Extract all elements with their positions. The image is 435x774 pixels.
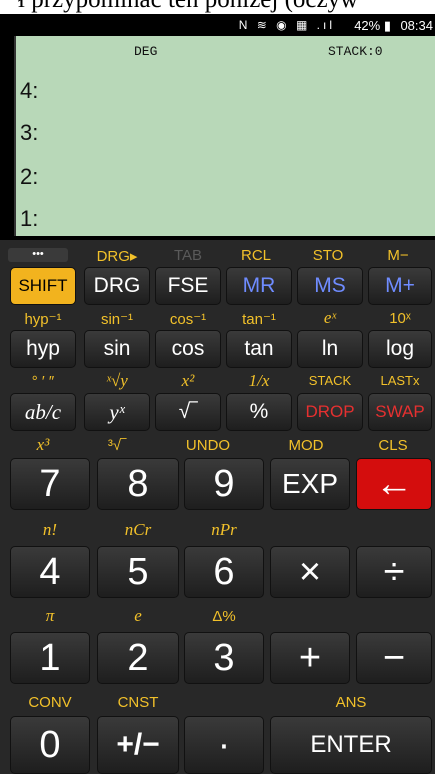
- exp-button[interactable]: EXP: [270, 458, 350, 510]
- calculator-display: DEG STACK:0 4: 3: 2: 1:: [14, 36, 435, 236]
- label-lastx: LASTx: [380, 373, 420, 388]
- sign-toggle-button[interactable]: +/−: [97, 716, 179, 774]
- ln-button[interactable]: ln: [297, 330, 363, 368]
- label-atan: tan⁻¹: [242, 311, 276, 328]
- backspace-icon: ←: [375, 462, 413, 505]
- stack-row-1: 1:: [20, 206, 39, 231]
- digit-3-button[interactable]: 3: [184, 632, 264, 684]
- shift-button[interactable]: SHIFT: [10, 267, 76, 305]
- label-acos: cos⁻¹: [169, 311, 207, 328]
- label-sto: STO: [312, 247, 344, 264]
- stack-row-2: 2:: [20, 164, 39, 189]
- label-cnst: CNST: [117, 694, 159, 711]
- sin-button[interactable]: sin: [84, 330, 150, 368]
- mr-button[interactable]: MR: [226, 267, 292, 305]
- digit-9-button[interactable]: 9: [184, 458, 264, 510]
- clock: 08:34: [400, 18, 433, 33]
- sqrt-button[interactable]: √‾: [155, 393, 221, 431]
- percent-button[interactable]: %: [226, 393, 292, 431]
- digit-1-button[interactable]: 1: [10, 632, 90, 684]
- multiply-button[interactable]: ×: [270, 546, 350, 598]
- enter-button[interactable]: ENTER: [270, 716, 432, 774]
- ms-button[interactable]: MS: [297, 267, 363, 305]
- label-exp-e: eˣ: [323, 308, 337, 327]
- label-hyp-inverse: hyp⁻¹: [24, 311, 62, 328]
- fse-button[interactable]: FSE: [155, 267, 221, 305]
- label-rcl: RCL: [240, 247, 271, 264]
- drop-button[interactable]: DROP: [297, 393, 363, 431]
- label-delta-percent: Δ%: [212, 608, 236, 625]
- label-e: e: [134, 606, 142, 625]
- label-pi: π: [45, 606, 55, 625]
- digit-0-button[interactable]: 0: [10, 716, 90, 774]
- cos-button[interactable]: cos: [155, 330, 221, 368]
- status-icons: N ≋ ◉ ▦ .ıl: [238, 18, 335, 32]
- plus-button[interactable]: +: [270, 632, 350, 684]
- top-caption: ł przypominać ten poniżej (oczyw: [0, 0, 435, 14]
- label-ans: ANS: [335, 694, 367, 711]
- digit-2-button[interactable]: 2: [97, 632, 179, 684]
- fraction-button[interactable]: ab/c: [10, 393, 76, 431]
- label-square: x²: [181, 371, 195, 390]
- battery-indicator: 42% ▮: [354, 18, 391, 33]
- label-reciprocal: 1/x: [248, 371, 270, 390]
- drg-button[interactable]: DRG: [84, 267, 150, 305]
- backspace-button[interactable]: ←: [356, 458, 432, 510]
- stack-count: STACK:0: [328, 44, 383, 59]
- divide-button[interactable]: ÷: [356, 546, 432, 598]
- hyp-button[interactable]: hyp: [10, 330, 76, 368]
- label-xth-root: ˣ√y: [106, 371, 128, 390]
- minus-button[interactable]: −: [356, 632, 432, 684]
- m-plus-button[interactable]: M+: [368, 267, 432, 305]
- status-bar: N ≋ ◉ ▦ .ıl 42% ▮ 08:34: [0, 14, 435, 36]
- label-factorial: n!: [42, 520, 58, 539]
- stack-row-3: 3:: [20, 120, 39, 145]
- label-tab: TAB: [173, 247, 203, 264]
- digit-7-button[interactable]: 7: [10, 458, 90, 510]
- tan-button[interactable]: tan: [226, 330, 292, 368]
- label-conv: CONV: [28, 694, 72, 711]
- digit-5-button[interactable]: 5: [97, 546, 179, 598]
- stack-row-4: 4:: [20, 78, 39, 103]
- label-undo: UNDO: [185, 437, 231, 454]
- label-cls: CLS: [378, 437, 408, 454]
- label-m-minus: M−: [387, 247, 409, 264]
- label-stack: STACK: [308, 373, 352, 388]
- digit-6-button[interactable]: 6: [184, 546, 264, 598]
- label-npr: nPr: [211, 520, 237, 539]
- label-asin: sin⁻¹: [100, 311, 134, 328]
- label-ncr: nCr: [124, 520, 152, 539]
- menu-button[interactable]: •••: [8, 248, 68, 262]
- log-button[interactable]: log: [368, 330, 432, 368]
- digit-4-button[interactable]: 4: [10, 546, 90, 598]
- digit-8-button[interactable]: 8: [97, 458, 179, 510]
- angle-mode: DEG: [134, 44, 158, 59]
- label-dms: ° ′ ″: [31, 373, 55, 390]
- label-drg-convert: DRG▸: [96, 248, 138, 265]
- label-ten-power: 10ˣ: [389, 310, 411, 327]
- label-mod: MOD: [288, 437, 324, 454]
- caption-text: ł przypominać ten poniżej (oczyw: [18, 0, 358, 14]
- power-button[interactable]: yˣ: [84, 393, 150, 431]
- swap-button[interactable]: SWAP: [368, 393, 432, 431]
- label-cube: x³: [36, 435, 50, 454]
- decimal-point-button[interactable]: ·: [184, 716, 264, 774]
- label-cube-root: ³√‾: [107, 437, 127, 454]
